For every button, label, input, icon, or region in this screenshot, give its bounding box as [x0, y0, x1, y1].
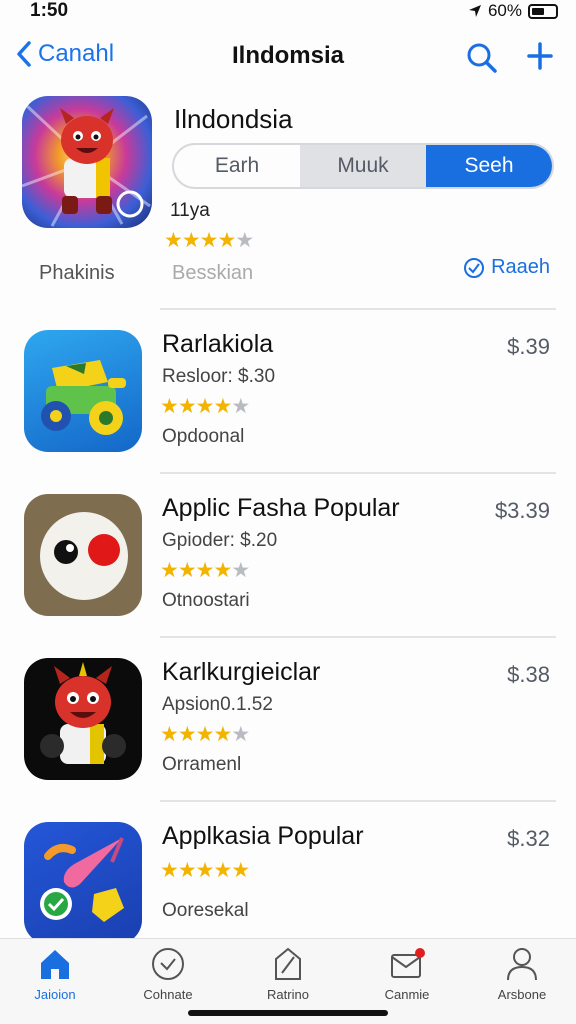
app-tag: Ooresekal	[162, 900, 249, 921]
star-icon: ★	[213, 395, 232, 418]
star-icon: ★	[177, 559, 197, 582]
list-item[interactable]: Applic Fasha Popular Gpioder: $.20 ★★★★★…	[0, 476, 576, 636]
app-tag: Otnoostari	[162, 590, 250, 611]
tab-label: Cohnate	[143, 987, 193, 1002]
list-item[interactable]: Karlkurgieiclar Apsion0.1.52 ★★★★★ Orram…	[0, 640, 576, 800]
star-icon: ★	[195, 559, 215, 582]
star-icon: ★	[160, 859, 179, 882]
star-rating: ★★★★★	[160, 858, 250, 883]
tab-label: Arsbone	[497, 987, 547, 1002]
status-bar: 1:50 60%	[0, 0, 576, 24]
star-rating: ★★★★★	[160, 558, 250, 583]
battery-icon	[528, 3, 558, 19]
person-icon	[507, 948, 537, 981]
star-icon: ★	[213, 859, 232, 882]
star-icon: ★	[164, 229, 183, 252]
featured-left-label: Phakinis	[39, 262, 115, 284]
tab-home[interactable]: Jaioion	[10, 947, 100, 1002]
app-name: Applic Fasha Popular	[162, 494, 400, 522]
star-icon: ★	[235, 229, 254, 252]
check-circle-icon	[152, 948, 184, 980]
star-rating: ★★★★★	[164, 228, 254, 253]
star-icon: ★	[160, 395, 179, 418]
divider	[160, 308, 556, 310]
app-tag: Orramenl	[162, 754, 242, 775]
segment-2[interactable]: Muuk	[300, 145, 426, 187]
app-tag: Opdoonal	[162, 426, 245, 447]
featured-app-name: Ilndondsia	[174, 104, 293, 134]
app-price[interactable]: $3.39	[495, 498, 550, 524]
segmented-control: Earh Muuk Seeh	[172, 143, 554, 189]
paint-brush-icon	[24, 822, 142, 944]
app-price[interactable]: $.39	[507, 334, 550, 360]
search-icon	[467, 43, 497, 73]
location-icon	[468, 5, 481, 17]
add-button[interactable]	[526, 40, 554, 77]
app-price[interactable]: $.38	[507, 662, 550, 688]
star-icon: ★	[213, 559, 232, 582]
tag-icon	[275, 947, 301, 980]
check-circle-icon	[464, 257, 485, 278]
segment-1[interactable]: Earh	[174, 145, 300, 187]
star-icon: ★	[177, 395, 197, 418]
star-icon: ★	[195, 723, 215, 746]
mail-badge-icon	[391, 948, 425, 978]
star-icon: ★	[160, 723, 179, 746]
divider	[160, 472, 556, 474]
status-time: 1:50	[30, 0, 69, 21]
featured-app: Ilndondsia Earh Muuk Seeh 11ya ★★★★★ Pha…	[22, 96, 558, 296]
app-subtitle: Resloor: $.30	[162, 366, 276, 387]
app-name: Applkasia Popular	[162, 822, 364, 850]
app-subtitle: Apsion0.1.52	[162, 694, 273, 715]
star-icon: ★	[213, 723, 232, 746]
red-monster-icon[interactable]	[22, 96, 152, 228]
tab-label: Canmie	[384, 987, 430, 1002]
star-rating: ★★★★★	[160, 394, 250, 419]
app-price[interactable]: $.32	[507, 826, 550, 852]
tab-tag[interactable]: Ratrino	[243, 947, 333, 1002]
home-indicator	[188, 1010, 388, 1016]
star-icon: ★	[231, 395, 250, 418]
app-name: Rarlakiola	[162, 330, 274, 358]
list-item[interactable]: Rarlakiola Resloor: $.30 ★★★★★ Opdoonal …	[0, 312, 576, 472]
status-indicators: 60%	[468, 1, 558, 21]
tab-profile[interactable]: Arsbone	[477, 947, 567, 1002]
app-subtitle: Gpioder: $.20	[162, 530, 278, 551]
search-button[interactable]	[466, 42, 498, 79]
star-icon: ★	[217, 229, 236, 252]
star-icon: ★	[231, 859, 250, 882]
featured-mid-label: Besskian	[172, 262, 254, 284]
red-monster-icon	[24, 658, 142, 780]
star-icon: ★	[181, 229, 201, 252]
plus-icon	[527, 42, 553, 70]
star-icon: ★	[231, 723, 250, 746]
tab-label: Jaioion	[34, 987, 76, 1002]
star-icon: ★	[177, 859, 197, 882]
star-icon: ★	[195, 859, 215, 882]
star-rating: ★★★★★	[160, 722, 250, 747]
star-icon: ★	[160, 559, 179, 582]
toy-car-icon	[24, 330, 142, 452]
tab-check[interactable]: Cohnate	[123, 947, 213, 1002]
segment-3[interactable]: Seeh	[426, 145, 552, 187]
divider	[160, 636, 556, 638]
tab-label: Ratrino	[267, 987, 309, 1002]
home-icon	[41, 950, 69, 979]
featured-link-label: Raaeh	[491, 256, 550, 278]
eyeball-icon	[24, 494, 142, 616]
star-icon: ★	[199, 229, 219, 252]
app-name: Karlkurgieiclar	[162, 658, 321, 686]
nav-bar: Canahl Ilndomsia	[0, 32, 576, 82]
featured-link[interactable]: Raaeh	[463, 256, 550, 279]
star-icon: ★	[195, 395, 215, 418]
battery-percent: 60%	[487, 1, 522, 20]
divider	[160, 800, 556, 802]
star-icon: ★	[177, 723, 197, 746]
star-icon: ★	[231, 559, 250, 582]
tab-mail[interactable]: Canmie	[362, 947, 452, 1002]
featured-meta: 11ya	[170, 200, 210, 221]
